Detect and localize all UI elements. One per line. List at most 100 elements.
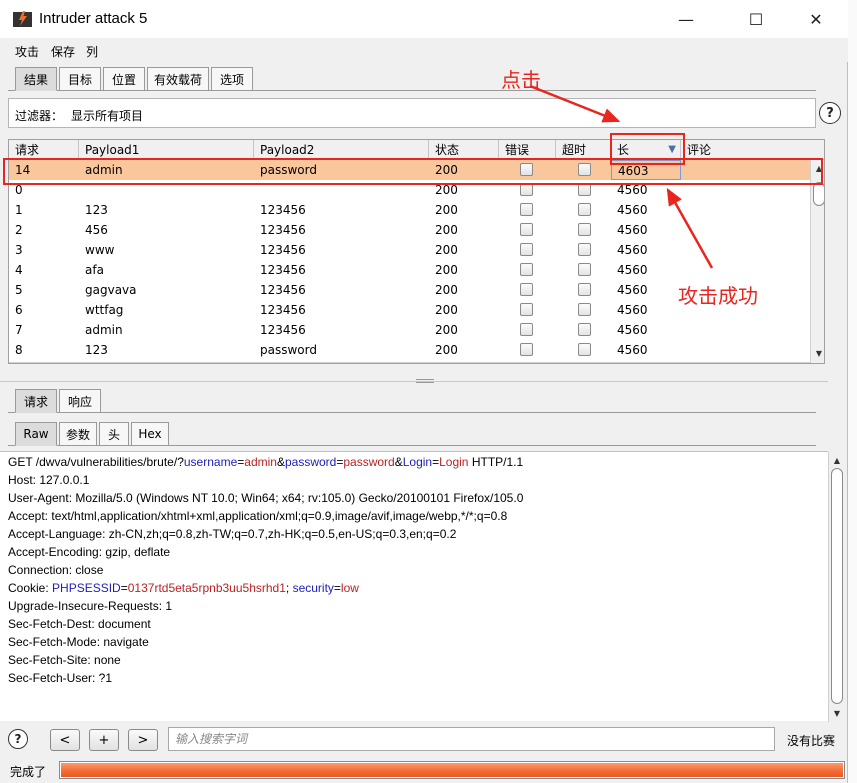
- tab-positions[interactable]: 位置: [103, 67, 145, 91]
- pane-divider[interactable]: [0, 379, 828, 385]
- cell-req: 6: [15, 303, 23, 317]
- minimize-button[interactable]: —: [663, 0, 709, 38]
- request-vscrollbar[interactable]: ▲ ▼: [828, 452, 844, 722]
- cell-len: 4560: [617, 323, 648, 337]
- header-host: Host: 127.0.0.1: [8, 473, 90, 487]
- cell-status: 200: [435, 343, 458, 357]
- cell-req: 8: [15, 343, 23, 357]
- search-input[interactable]: 输入搜索字词: [168, 727, 775, 751]
- menu-columns[interactable]: 列: [86, 43, 98, 60]
- cell-len: 4560: [617, 263, 648, 277]
- error-checkbox[interactable]: [520, 343, 533, 356]
- cell-req: 5: [15, 283, 23, 297]
- background-window-edge: [848, 0, 857, 783]
- request-scroll-down-icon[interactable]: ▼: [830, 706, 844, 720]
- cell-len: 4560: [617, 223, 648, 237]
- filter-bar[interactable]: 过滤器： 显示所有项目: [8, 98, 816, 128]
- header-fetch-site: Sec-Fetch-Site: none: [8, 653, 121, 667]
- maximize-button[interactable]: ☐: [733, 0, 779, 38]
- error-checkbox[interactable]: [520, 283, 533, 296]
- tab-request[interactable]: 请求: [15, 389, 57, 413]
- tab-raw[interactable]: Raw: [15, 422, 57, 446]
- cell-p1: afa: [85, 263, 104, 277]
- col-timeout[interactable]: 超时: [556, 140, 611, 160]
- header-fetch-dest: Sec-Fetch-Dest: document: [8, 617, 151, 631]
- search-bar: ? < + > 输入搜索字词 没有比赛: [0, 725, 848, 755]
- vscroll-thumb[interactable]: [813, 182, 824, 206]
- cell-p2: 123456: [260, 323, 306, 337]
- table-row[interactable]: 4 afa 123456 200 4560: [9, 260, 824, 280]
- status-text: 完成了: [10, 765, 47, 779]
- tab-target[interactable]: 目标: [59, 67, 101, 91]
- prev-match-button[interactable]: <: [50, 729, 80, 751]
- header-connection: Connection: close: [8, 563, 104, 577]
- menu-attack[interactable]: 攻击: [15, 43, 39, 60]
- search-help-icon[interactable]: ?: [8, 729, 28, 749]
- timeout-checkbox[interactable]: [578, 223, 591, 236]
- scroll-down-icon[interactable]: ▼: [812, 346, 824, 360]
- cell-req: 7: [15, 323, 23, 337]
- col-payload2[interactable]: Payload2: [254, 140, 429, 160]
- match-count: 没有比赛: [787, 734, 836, 748]
- col-payload1[interactable]: Payload1: [79, 140, 254, 160]
- cell-req: 2: [15, 223, 23, 237]
- cell-p1: 123: [85, 343, 108, 357]
- header-user-agent: User-Agent: Mozilla/5.0 (Windows NT 10.0…: [8, 491, 524, 505]
- menu-bar: 攻击 保存 列: [0, 38, 848, 62]
- table-row[interactable]: 1 123 123456 200 4560: [9, 200, 824, 220]
- filter-label: 过滤器：: [15, 109, 64, 123]
- intruder-window: Intruder attack 5 — ☐ ✕ 攻击 保存 列 结果 目标 位置…: [0, 0, 848, 783]
- error-checkbox[interactable]: [520, 323, 533, 336]
- cell-len: 4560: [617, 303, 648, 317]
- header-upgrade: Upgrade-Insecure-Requests: 1: [8, 599, 173, 613]
- error-checkbox[interactable]: [520, 203, 533, 216]
- timeout-checkbox[interactable]: [578, 203, 591, 216]
- cell-p2: password: [260, 343, 317, 357]
- success-row-highlight: [3, 158, 823, 185]
- request-vscroll-thumb[interactable]: [831, 468, 843, 704]
- close-button[interactable]: ✕: [793, 0, 839, 38]
- tab-payloads[interactable]: 有效载荷: [147, 67, 209, 91]
- tab-hex[interactable]: Hex: [131, 422, 169, 446]
- table-row[interactable]: 7 admin 123456 200 4560: [9, 320, 824, 340]
- col-status[interactable]: 状态: [429, 140, 499, 160]
- error-checkbox[interactable]: [520, 223, 533, 236]
- timeout-checkbox[interactable]: [578, 243, 591, 256]
- request-scroll-up-icon[interactable]: ▲: [830, 453, 844, 467]
- tab-options[interactable]: 选项: [211, 67, 253, 91]
- tab-response[interactable]: 响应: [59, 389, 101, 413]
- table-hscrollbar[interactable]: ◀ ▶: [9, 362, 810, 363]
- col-error[interactable]: 错误: [499, 140, 556, 160]
- cell-p1: www: [85, 243, 115, 257]
- cell-p2: 123456: [260, 283, 306, 297]
- col-request[interactable]: 请求: [9, 140, 79, 160]
- table-row[interactable]: 3 www 123456 200 4560: [9, 240, 824, 260]
- table-row[interactable]: 2 456 123456 200 4560: [9, 220, 824, 240]
- filter-value: 显示所有项目: [71, 109, 144, 123]
- table-row[interactable]: 8 123 password 200 4560: [9, 340, 824, 360]
- timeout-checkbox[interactable]: [578, 343, 591, 356]
- tab-results[interactable]: 结果: [15, 67, 57, 91]
- tab-headers[interactable]: 头: [99, 422, 129, 446]
- cell-p2: 123456: [260, 203, 306, 217]
- timeout-checkbox[interactable]: [578, 263, 591, 276]
- col-comment[interactable]: 评论: [681, 140, 824, 160]
- help-icon[interactable]: ?: [819, 102, 841, 124]
- add-search-button[interactable]: +: [89, 729, 119, 751]
- table-vscrollbar[interactable]: ▲ ▼: [810, 160, 824, 363]
- next-match-button[interactable]: >: [128, 729, 158, 751]
- error-checkbox[interactable]: [520, 243, 533, 256]
- tab-params[interactable]: 参数: [59, 422, 97, 446]
- timeout-checkbox[interactable]: [578, 303, 591, 316]
- raw-request-editor[interactable]: GET /dwva/vulnerabilities/brute/?usernam…: [0, 451, 844, 722]
- timeout-checkbox[interactable]: [578, 323, 591, 336]
- cell-p2: 123456: [260, 243, 306, 257]
- window-title: Intruder attack 5: [39, 10, 148, 27]
- menu-save[interactable]: 保存: [51, 43, 75, 60]
- cell-len: 4560: [617, 343, 648, 357]
- timeout-checkbox[interactable]: [578, 283, 591, 296]
- search-placeholder: 输入搜索字词: [175, 732, 248, 746]
- cell-p1: 123: [85, 203, 108, 217]
- error-checkbox[interactable]: [520, 263, 533, 276]
- error-checkbox[interactable]: [520, 303, 533, 316]
